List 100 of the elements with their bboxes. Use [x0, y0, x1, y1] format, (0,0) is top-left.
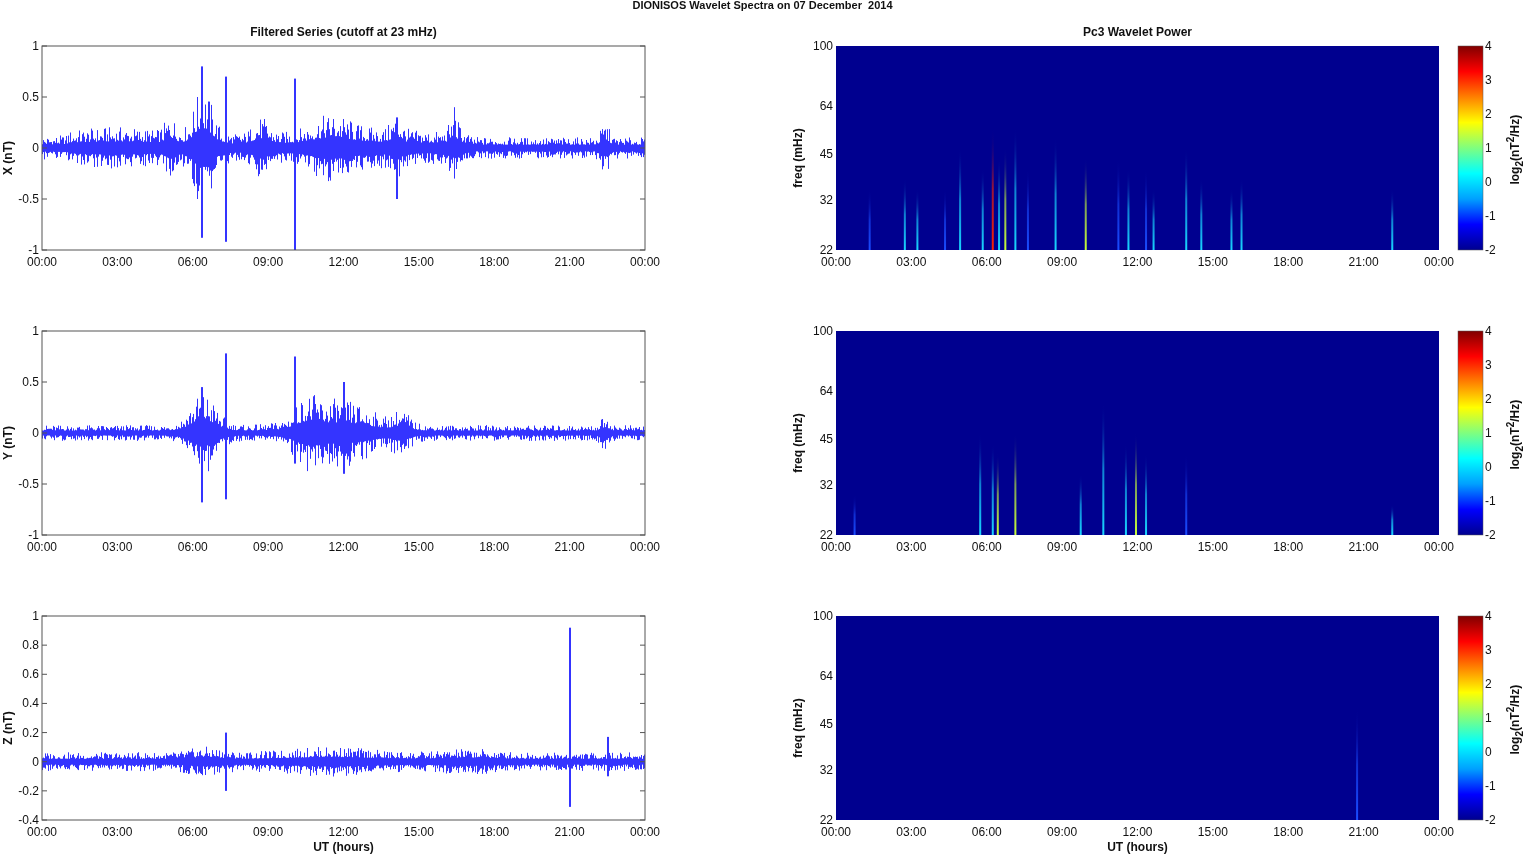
x-tick-label: 00:00 — [630, 825, 660, 839]
y-tick-label: 45 — [819, 716, 833, 731]
colorbar-tick-label: 2 — [1485, 107, 1492, 121]
x-tick-label: 00:00 — [27, 825, 57, 839]
colorbar-tick-label: 2 — [1485, 677, 1492, 691]
y-tick-label: 1 — [32, 324, 39, 338]
y-tick-label: 0.5 — [22, 375, 39, 389]
x-tick-label: 00:00 — [1424, 540, 1454, 554]
y-tick-label: 1 — [32, 39, 39, 53]
x-tick-label: 18:00 — [1273, 540, 1304, 554]
x-axis-label: UT (hours) — [1106, 840, 1169, 854]
y-tick-label: -0.2 — [18, 783, 39, 798]
colorbar-tick-label: 1 — [1485, 426, 1492, 440]
colorbar-tick-label: 3 — [1485, 643, 1492, 657]
colorbar-tick-label: 1 — [1485, 711, 1492, 725]
colorbar-tick-label: 4 — [1485, 324, 1492, 338]
x-tick-label: 21:00 — [1348, 255, 1379, 269]
y-tick-label: -0.5 — [18, 477, 39, 491]
y-tick-label: -1 — [28, 528, 39, 542]
x-tick-label: 00:00 — [630, 540, 660, 554]
x-tick-label: 00:00 — [1424, 255, 1454, 269]
y-tick-label: 22 — [819, 813, 833, 827]
x-tick-label: 12:00 — [1122, 540, 1153, 554]
x-tick-label: 03:00 — [896, 255, 927, 269]
x-tick-label: 12:00 — [328, 825, 359, 839]
y-tick-label: 100 — [812, 609, 833, 623]
y-tick-label: 32 — [819, 192, 833, 207]
x-tick-label: 03:00 — [896, 825, 927, 839]
x-tick-label: 06:00 — [177, 825, 208, 839]
x-tick-label: 00:00 — [1424, 825, 1454, 839]
x-tick-label: 15:00 — [403, 540, 434, 554]
y-tick-label: -0.4 — [18, 813, 39, 827]
colorbar-tick-label: 2 — [1485, 392, 1492, 406]
x-tick-label: 15:00 — [403, 255, 434, 269]
y-tick-label: 0.6 — [22, 667, 39, 682]
x-tick-label: 03:00 — [102, 255, 133, 269]
x-tick-label: 18:00 — [479, 255, 510, 269]
y-tick-label: 0.2 — [22, 725, 39, 740]
x-tick-label: 15:00 — [1197, 255, 1228, 269]
x-tick-label: 09:00 — [253, 255, 284, 269]
x-tick-label: 21:00 — [554, 825, 585, 839]
x-tick-label: 00:00 — [630, 255, 660, 269]
colorbar-tick-label: 0 — [1485, 745, 1492, 759]
x-tick-label: 03:00 — [896, 540, 927, 554]
colorbar-tick-label: -2 — [1485, 813, 1496, 827]
colorbar-tick-label: 0 — [1485, 175, 1492, 189]
y-axis-label: freq (mHz) — [791, 413, 805, 473]
y-tick-label: 64 — [819, 384, 833, 399]
y-tick-label: 0.5 — [22, 90, 39, 104]
x-tick-label: 09:00 — [253, 540, 284, 554]
x-tick-label: 06:00 — [177, 540, 208, 554]
y-axis-label: X (nT) — [1, 141, 15, 175]
x-tick-label: 00:00 — [27, 255, 57, 269]
y-tick-label: 22 — [819, 243, 833, 257]
x-tick-label: 12:00 — [328, 540, 359, 554]
colorbar-tick-label: -1 — [1485, 209, 1496, 223]
y-tick-label: 0 — [32, 426, 39, 440]
colorbar-tick-label: 4 — [1485, 609, 1492, 623]
x-tick-label: 09:00 — [1047, 540, 1078, 554]
x-tick-label: 03:00 — [102, 540, 133, 554]
y-tick-label: 22 — [819, 528, 833, 542]
y-axis-label: Z (nT) — [1, 711, 15, 745]
x-tick-label: 21:00 — [1348, 540, 1379, 554]
x-tick-label: 03:00 — [102, 825, 133, 839]
x-tick-label: 18:00 — [1273, 825, 1304, 839]
y-tick-label: 64 — [819, 669, 833, 684]
colorbar-tick-label: 1 — [1485, 141, 1492, 155]
y-tick-label: 64 — [819, 99, 833, 114]
x-tick-label: 00:00 — [821, 540, 851, 554]
x-tick-label: 00:00 — [821, 255, 851, 269]
x-tick-label: 09:00 — [253, 825, 284, 839]
colorbar-tick-label: 4 — [1485, 39, 1492, 53]
x-tick-label: 06:00 — [177, 255, 208, 269]
plot-title: Pc3 Wavelet Power — [1082, 24, 1193, 38]
x-tick-label: 12:00 — [1122, 255, 1153, 269]
x-tick-label: 06:00 — [971, 255, 1002, 269]
y-tick-label: 0 — [32, 754, 39, 769]
x-axis-label: UT (hours) — [312, 840, 375, 854]
y-tick-label: -0.5 — [18, 192, 39, 206]
y-tick-label: 100 — [812, 39, 833, 53]
y-tick-label: 0 — [32, 141, 39, 155]
colorbar-tick-label: -2 — [1485, 528, 1496, 542]
x-tick-label: 15:00 — [1197, 825, 1228, 839]
y-tick-label: -1 — [28, 243, 39, 257]
y-tick-label: 45 — [819, 431, 833, 446]
x-tick-label: 21:00 — [554, 540, 585, 554]
x-tick-label: 21:00 — [1348, 825, 1379, 839]
colorbar-tick-label: -2 — [1485, 243, 1496, 257]
y-tick-label: 1 — [32, 609, 39, 623]
colorbar-tick-label: 0 — [1485, 460, 1492, 474]
colorbar-tick-label: -1 — [1485, 494, 1496, 508]
x-tick-label: 15:00 — [403, 825, 434, 839]
y-axis-label: Y (nT) — [1, 426, 15, 460]
y-axis-label: freq (mHz) — [791, 128, 805, 188]
x-tick-label: 06:00 — [971, 825, 1002, 839]
x-tick-label: 06:00 — [971, 540, 1002, 554]
figure-title: DIONISOS Wavelet Spectra on 07 December 2014 — [631, 0, 894, 12]
y-tick-label: 0.8 — [22, 638, 39, 653]
x-tick-label: 09:00 — [1047, 255, 1078, 269]
y-tick-label: 32 — [819, 477, 833, 492]
